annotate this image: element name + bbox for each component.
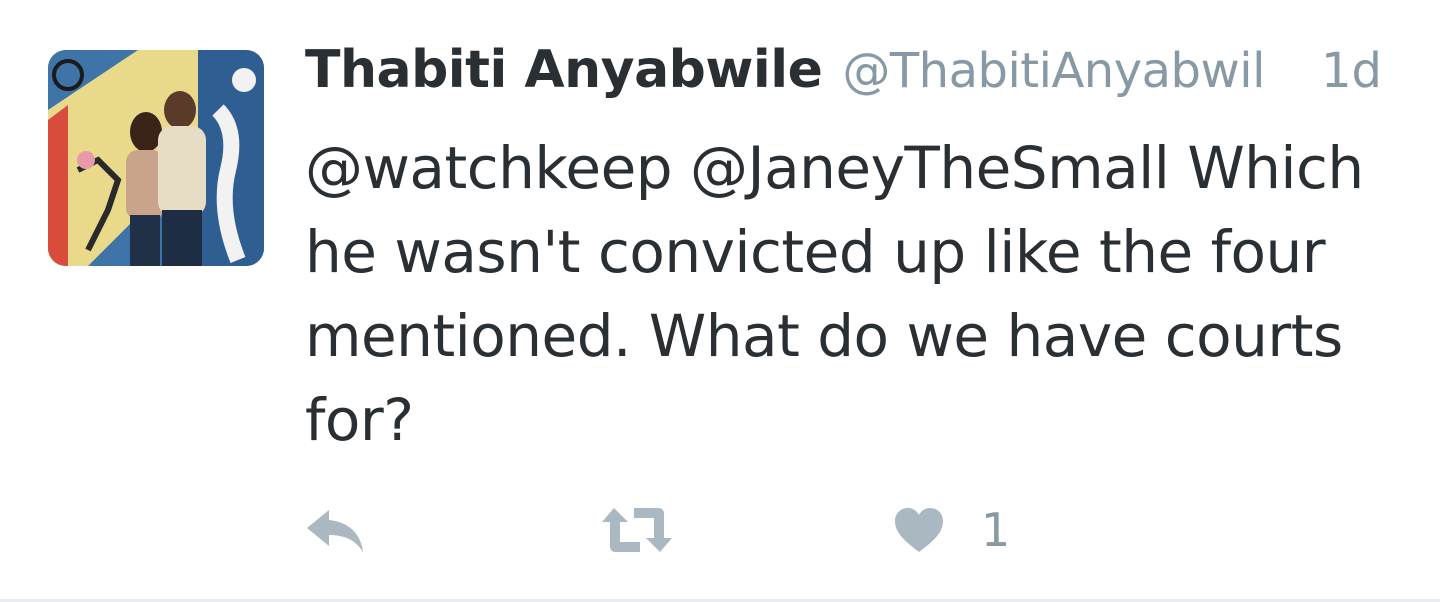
tweet-content: Thabiti Anyabwile @ThabitiAnyabwil 1d @w…	[305, 40, 1405, 462]
reply-button[interactable]	[305, 500, 367, 560]
author-name[interactable]: Thabiti Anyabwile	[305, 40, 823, 100]
tweet-text: @watchkeep @JaneyTheSmall Which he wasn'…	[305, 134, 1364, 454]
tweet-card[interactable]: Thabiti Anyabwile @ThabitiAnyabwil 1d @w…	[0, 0, 1440, 602]
heart-icon	[895, 508, 943, 552]
author-handle[interactable]: @ThabitiAnyabwil	[842, 43, 1265, 99]
avatar[interactable]	[48, 50, 264, 266]
reply-icon	[307, 510, 363, 552]
like-button[interactable]: 1	[893, 500, 1010, 560]
avatar-image	[48, 50, 264, 266]
tweet-timestamp[interactable]: 1d	[1321, 43, 1382, 99]
tweet-actions: 1	[305, 500, 1205, 560]
like-count: 1	[981, 503, 1011, 557]
tweet-header: Thabiti Anyabwile @ThabitiAnyabwil 1d	[305, 40, 1405, 120]
retweet-button[interactable]	[600, 500, 674, 560]
retweet-icon	[602, 508, 672, 552]
